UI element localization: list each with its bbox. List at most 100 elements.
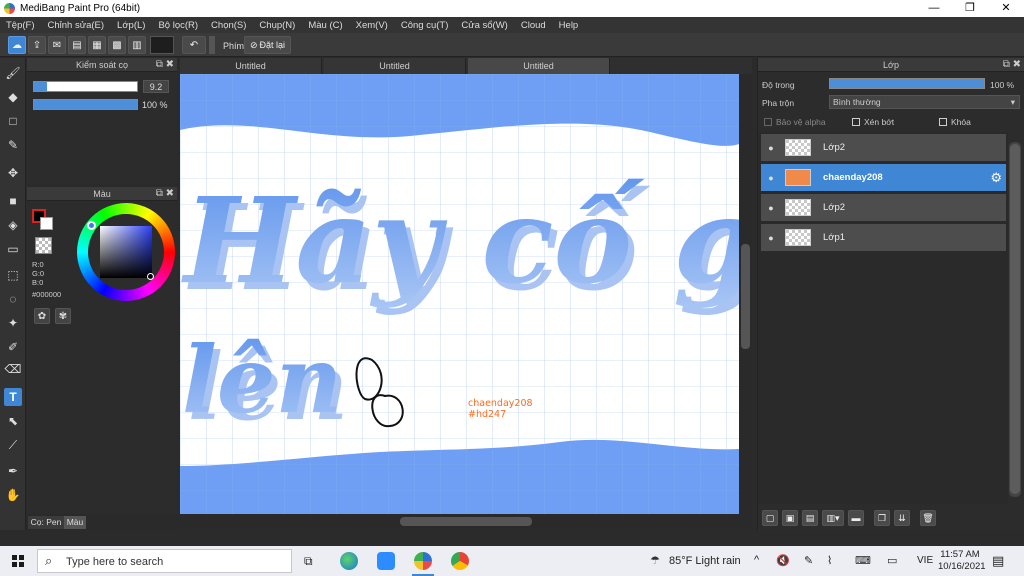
layer-visibility-icon[interactable]: ● bbox=[761, 143, 781, 153]
lasso-tool-icon[interactable]: ◌ bbox=[4, 290, 22, 308]
menu-color[interactable]: Màu (C) bbox=[308, 20, 342, 31]
hue-picker-handle[interactable] bbox=[87, 221, 96, 230]
document-icon[interactable]: ▦ bbox=[88, 36, 106, 54]
weather-text[interactable]: 85°F Light rain bbox=[669, 555, 741, 567]
dropper-tool-icon[interactable]: ⟋ bbox=[4, 436, 22, 454]
menu-view[interactable]: Xem(V) bbox=[356, 20, 388, 31]
notifications-icon[interactable]: ▤ bbox=[992, 553, 1004, 569]
share-icon[interactable]: ⇪ bbox=[28, 36, 46, 54]
layer-visibility-icon[interactable]: ● bbox=[761, 173, 781, 183]
move-tool-icon[interactable]: ✥ bbox=[4, 164, 22, 182]
speech-icon[interactable]: ▤ bbox=[68, 36, 86, 54]
text-tool-icon[interactable]: T bbox=[4, 388, 22, 406]
select-eraser-tool-icon[interactable]: ⌫ bbox=[4, 360, 22, 378]
menu-edit[interactable]: Chỉnh sửa(E) bbox=[48, 20, 105, 31]
palette-icon[interactable]: ✿ bbox=[34, 308, 50, 324]
weather-icon[interactable]: ☂ bbox=[650, 554, 660, 567]
chevron-up-icon[interactable]: ^ bbox=[754, 554, 759, 566]
task-view-icon[interactable]: ⧉ bbox=[304, 554, 313, 569]
menu-window[interactable]: Cửa sổ(W) bbox=[461, 20, 507, 31]
layer-list-scrollbar[interactable] bbox=[1009, 142, 1021, 497]
minimize-button[interactable]: — bbox=[916, 0, 952, 17]
layers-panel-close-icon[interactable]: ⧉ ✖ bbox=[1003, 58, 1021, 72]
medibang-taskbar-icon[interactable] bbox=[414, 552, 432, 570]
sv-picker-handle[interactable] bbox=[147, 273, 154, 280]
input-language[interactable]: VIE bbox=[917, 555, 933, 566]
protect-alpha-checkbox[interactable] bbox=[764, 118, 772, 126]
grid-icon[interactable]: ▩ bbox=[108, 36, 126, 54]
layer-row-selected[interactable]: ● chaenday208 ⚙ bbox=[761, 164, 1006, 192]
new-1bit-layer-icon[interactable]: ▤ bbox=[802, 510, 818, 526]
canvas-tab-2[interactable]: Untitled bbox=[324, 58, 466, 74]
add-layer-dropdown-icon[interactable]: ▥▾ bbox=[822, 510, 844, 526]
horizontal-scroll-thumb[interactable] bbox=[400, 517, 532, 526]
gradient-tool-icon[interactable]: ▭ bbox=[4, 240, 22, 258]
layer-list-scroll-thumb[interactable] bbox=[1010, 144, 1020, 494]
menu-cloud[interactable]: Cloud bbox=[521, 20, 546, 31]
comment-icon[interactable]: ✉ bbox=[48, 36, 66, 54]
magic-wand-tool-icon[interactable]: ✦ bbox=[4, 314, 22, 332]
eyedropper-tool-icon[interactable]: ✒ bbox=[4, 462, 22, 480]
panel-close-icon[interactable]: ⧉ ✖ bbox=[156, 58, 174, 72]
brush-size-slider[interactable] bbox=[33, 81, 138, 92]
saturation-value-square[interactable] bbox=[100, 226, 152, 278]
edge-browser-icon[interactable] bbox=[340, 552, 358, 570]
tab-color[interactable]: Màu bbox=[64, 516, 86, 529]
menu-select[interactable]: Chọn(S) bbox=[211, 20, 246, 31]
chrome-browser-icon[interactable] bbox=[451, 552, 469, 570]
menu-help[interactable]: Help bbox=[559, 20, 579, 31]
menu-layer[interactable]: Lớp(L) bbox=[117, 20, 145, 31]
vertical-scroll-thumb[interactable] bbox=[741, 244, 750, 349]
brush-size-value[interactable]: 9.2 bbox=[143, 80, 169, 93]
blend-mode-select[interactable]: Bình thường ▾ bbox=[829, 95, 1020, 109]
select-rect-tool-icon[interactable]: ⬚ bbox=[4, 266, 22, 284]
layer-row[interactable]: ● Lớp2 bbox=[761, 134, 1006, 162]
menu-capture[interactable]: Chụp(N) bbox=[259, 20, 295, 31]
folder-icon[interactable]: ▬ bbox=[848, 510, 864, 526]
new-layer-icon[interactable]: ▢ bbox=[762, 510, 778, 526]
zoom-app-icon[interactable] bbox=[377, 552, 395, 570]
layer-row[interactable]: ● Lớp1 bbox=[761, 224, 1006, 252]
pen-stroke-tool-icon[interactable]: ✎ bbox=[4, 136, 22, 154]
pen-icon[interactable]: ✎ bbox=[804, 554, 813, 567]
fill-rect-tool-icon[interactable]: ■ bbox=[4, 192, 22, 210]
keyboard-icon[interactable]: ⌨ bbox=[855, 554, 871, 567]
new-8bit-layer-icon[interactable]: ▣ bbox=[782, 510, 798, 526]
layer-visibility-icon[interactable]: ● bbox=[761, 203, 781, 213]
eraser-tool-icon[interactable]: ◆ bbox=[4, 88, 22, 106]
cloud-icon[interactable]: ☁ bbox=[8, 36, 26, 54]
maximize-button[interactable]: ❐ bbox=[952, 0, 988, 17]
select-pen-tool-icon[interactable]: ✐ bbox=[4, 338, 22, 356]
horizontal-scrollbar[interactable] bbox=[180, 514, 752, 528]
color-panel-close-icon[interactable]: ⧉ ✖ bbox=[156, 187, 174, 201]
operation-tool-icon[interactable]: ⬉ bbox=[4, 412, 22, 430]
windows-start-icon[interactable] bbox=[12, 555, 24, 567]
close-button[interactable]: ✕ bbox=[988, 0, 1024, 17]
taskbar-search-box[interactable]: ⌕ Type here to search bbox=[37, 549, 292, 573]
lock-checkbox[interactable] bbox=[939, 118, 947, 126]
layer-row[interactable]: ● Lớp2 bbox=[761, 194, 1006, 222]
brush-tool-icon[interactable]: 🖌 bbox=[4, 64, 22, 82]
speaker-muted-icon[interactable]: 🔇 bbox=[776, 554, 790, 567]
stylus-icon[interactable]: ⌇ bbox=[827, 554, 832, 567]
transparent-color-swatch[interactable] bbox=[35, 237, 52, 254]
clipping-checkbox[interactable] bbox=[852, 118, 860, 126]
bucket-tool-icon[interactable]: ◈ bbox=[4, 216, 22, 234]
palette-add-icon[interactable]: ✾ bbox=[55, 308, 71, 324]
trash-icon[interactable]: 🗑 bbox=[920, 510, 936, 526]
shape-tool-icon[interactable]: □ bbox=[4, 112, 22, 130]
display-icon[interactable]: ▭ bbox=[887, 554, 897, 567]
hue-wheel[interactable] bbox=[77, 203, 175, 301]
clock[interactable]: 11:57 AM 10/16/2021 bbox=[938, 549, 986, 573]
background-color-swatch[interactable] bbox=[40, 217, 53, 230]
vertical-scrollbar[interactable] bbox=[739, 74, 752, 514]
layer-opacity-slider[interactable] bbox=[829, 78, 985, 89]
menu-file[interactable]: Tệp(F) bbox=[6, 20, 35, 31]
reset-button[interactable]: ⊘ Đặt lại bbox=[244, 36, 291, 54]
canvas-tab-1[interactable]: Untitled bbox=[180, 58, 322, 74]
gear-icon[interactable]: ⚙ bbox=[990, 170, 1002, 186]
canvas-tab-3[interactable]: Untitled bbox=[468, 58, 610, 74]
hand-tool-icon[interactable]: ✋ bbox=[4, 486, 22, 504]
layout-icon[interactable]: ▥ bbox=[128, 36, 146, 54]
layer-visibility-icon[interactable]: ● bbox=[761, 233, 781, 243]
